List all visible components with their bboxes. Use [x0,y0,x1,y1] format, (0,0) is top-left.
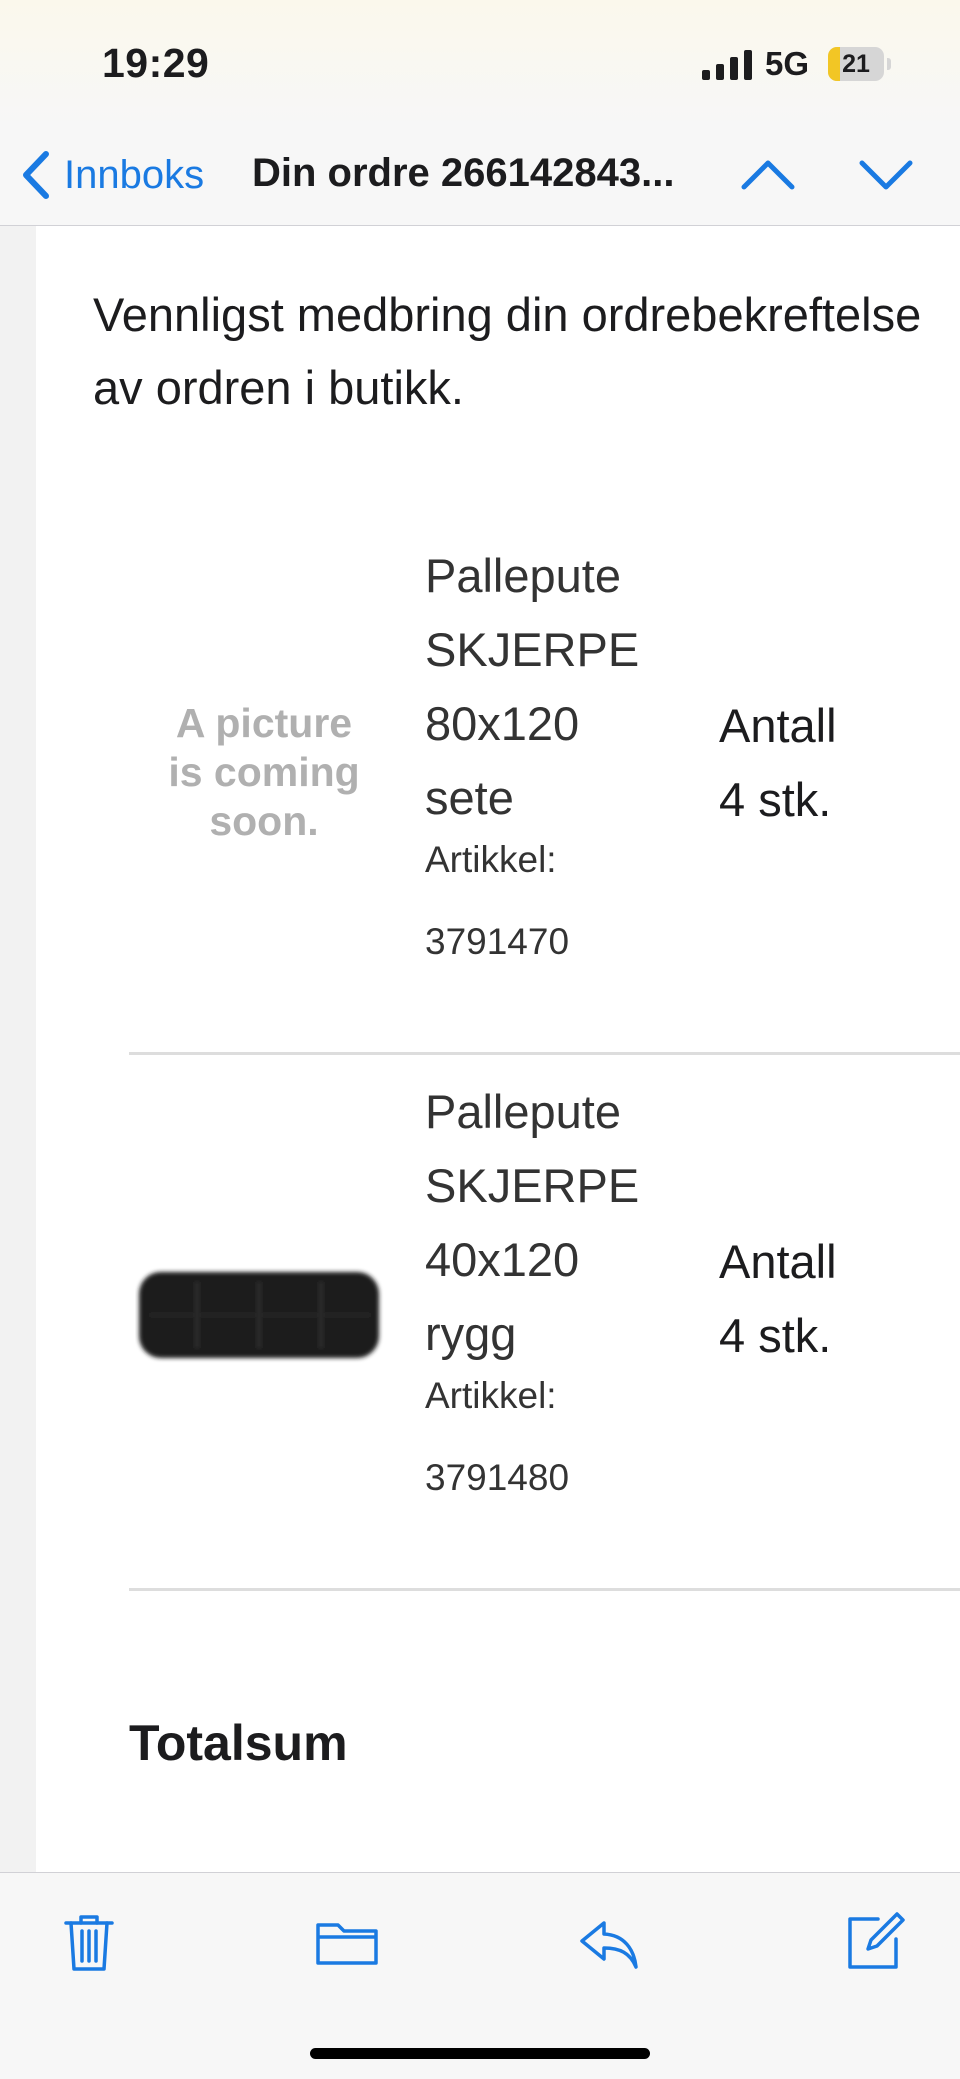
sku-value: 3791470 [425,921,570,962]
chevron-up-icon[interactable] [740,147,796,203]
item-name-line: SKJERPE [425,623,640,676]
sku-value: 3791480 [425,1457,570,1498]
quantity-label: Antall [719,699,837,752]
navigation-bar: Innboks Din ordre 266142843... [0,125,960,226]
order-item: Pallepute SKJERPE 40x120 rygg Artikkel: … [129,1055,960,1591]
item-name: Pallepute SKJERPE 40x120 rygg [425,1075,639,1371]
item-name-line: SKJERPE [425,1159,640,1212]
item-name-line: 80x120 [425,697,580,750]
item-quantity: Antall 4 stk. [719,689,837,837]
sku-label: Artikkel: [425,1375,557,1416]
placeholder-line: soon. [209,798,319,844]
item-name-line: 40x120 [425,1233,580,1286]
status-bar: 19:29 5G 21 [0,0,960,125]
item-name: Pallepute SKJERPE 80x120 sete [425,539,639,835]
item-sku: Artikkel: 3791480 [425,1355,569,1519]
item-name-line: Pallepute [425,549,621,602]
placeholder-line: A picture [175,700,353,746]
item-sku: Artikkel: 3791470 [425,819,569,983]
sku-label: Artikkel: [425,839,557,880]
quantity-label: Antall [719,1235,837,1288]
battery-icon: 21 [828,47,892,81]
message-subject: Din ordre 266142843... [252,151,675,195]
quantity-value: 4 stk. [719,1309,832,1362]
intro-line: Vennligst medbring din ordrebekreftelse [93,288,922,341]
image-placeholder: A picture is coming soon. [149,699,379,844]
intro-text: Vennligst medbring din ordrebekreftelse … [93,278,960,424]
back-button[interactable]: Innboks [20,145,204,205]
trash-icon[interactable] [58,1911,120,1973]
item-name-line: Pallepute [425,1085,621,1138]
bottom-toolbar [0,1872,960,2079]
chevron-down-icon[interactable] [858,147,914,203]
quantity-value: 4 stk. [719,773,832,826]
folder-icon[interactable] [316,1911,378,1973]
intro-line: av ordren i butikk. [93,361,464,414]
back-button-label: Innboks [64,152,205,197]
compose-icon[interactable] [844,1911,906,1973]
reply-icon[interactable] [578,1911,640,1973]
status-time: 19:29 [102,40,210,86]
placeholder-line: is coming [168,749,360,795]
chevron-left-icon [23,151,49,199]
totals-heading: Totalsum [129,1715,348,1771]
home-indicator[interactable] [310,2048,650,2059]
cushion-image [139,1272,379,1358]
message-gutter [0,226,36,1872]
cellular-signal-icon [702,50,752,80]
order-item: A picture is coming soon. Pallepute SKJE… [129,519,960,1055]
battery-level: 21 [842,50,870,78]
network-type: 5G [765,45,810,82]
item-quantity: Antall 4 stk. [719,1225,837,1373]
message-body[interactable]: Vennligst medbring din ordrebekreftelse … [36,226,960,1872]
